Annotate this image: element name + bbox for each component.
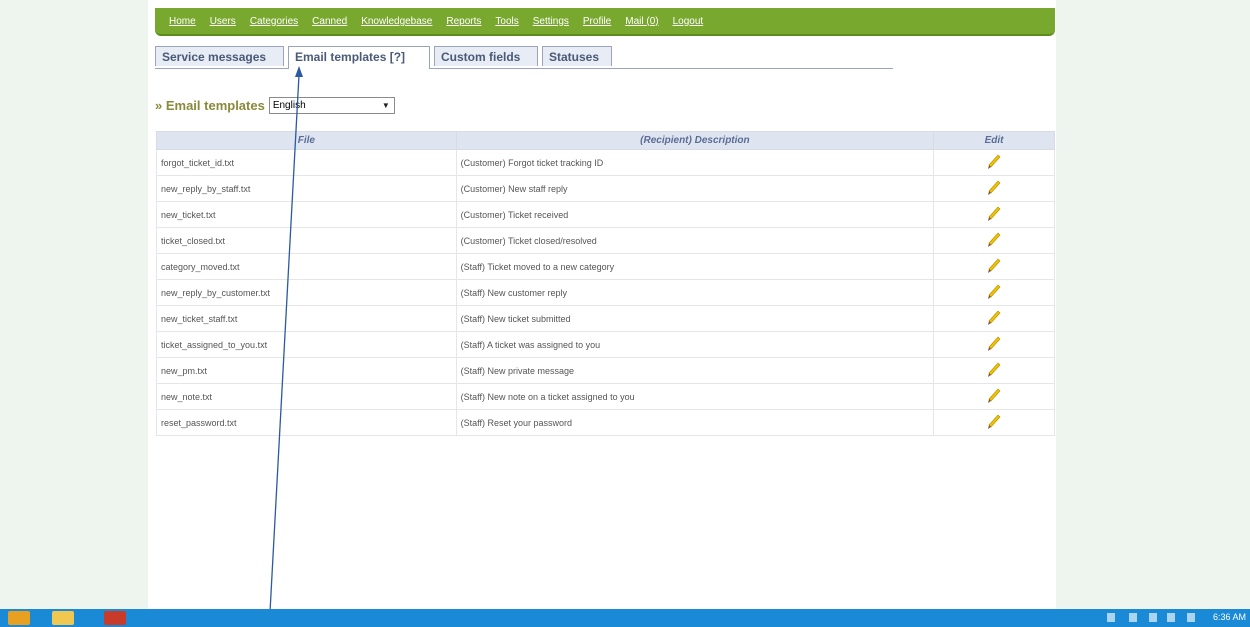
tab-email-templates[interactable]: Email templates [?] bbox=[288, 46, 430, 69]
windows-taskbar: 6:36 AM bbox=[0, 609, 1250, 627]
network-icon[interactable] bbox=[1129, 613, 1137, 622]
tab-service-messages[interactable]: Service messages bbox=[155, 46, 284, 66]
edit-cell bbox=[933, 227, 1055, 254]
language-select-value: English bbox=[272, 99, 306, 111]
file-name-cell: new_reply_by_customer.txt bbox=[156, 279, 457, 306]
nav-link-mail-0[interactable]: Mail (0) bbox=[625, 16, 658, 27]
edit-cell bbox=[933, 305, 1055, 332]
top-navigation-bar: Home Users Categories Canned Knowledgebase Re… bbox=[155, 8, 1055, 36]
column-header-description: (Recipient) Description bbox=[455, 131, 935, 150]
file-name-cell: new_ticket.txt bbox=[156, 201, 457, 228]
edit-pencil-icon[interactable] bbox=[987, 388, 1001, 406]
edit-cell bbox=[933, 201, 1055, 228]
file-name-cell: new_ticket_staff.txt bbox=[156, 305, 457, 332]
edit-pencil-icon[interactable] bbox=[987, 414, 1001, 432]
email-templates-heading: » Email templates English ▼ bbox=[155, 96, 395, 114]
edit-pencil-icon[interactable] bbox=[987, 180, 1001, 198]
file-name-cell: forgot_ticket_id.txt bbox=[156, 149, 457, 176]
file-explorer-icon[interactable] bbox=[52, 611, 74, 625]
tab-custom-fields[interactable]: Custom fields bbox=[434, 46, 538, 66]
description-cell: (Customer) New staff reply bbox=[455, 175, 935, 202]
table-row: ticket_assigned_to_you.txt (Staff) A tick… bbox=[156, 331, 1055, 358]
signal-icon[interactable] bbox=[1149, 613, 1157, 622]
edit-pencil-icon[interactable] bbox=[987, 362, 1001, 380]
file-name-cell: new_note.txt bbox=[156, 383, 457, 410]
edit-pencil-icon[interactable] bbox=[987, 284, 1001, 302]
nav-link-home[interactable]: Home bbox=[169, 16, 196, 27]
column-header-edit: Edit bbox=[933, 131, 1055, 150]
edit-cell bbox=[933, 175, 1055, 202]
file-name-cell: new_pm.txt bbox=[156, 357, 457, 384]
description-cell: (Staff) New ticket submitted bbox=[455, 305, 935, 332]
file-name-cell: new_reply_by_staff.txt bbox=[156, 175, 457, 202]
edit-cell bbox=[933, 409, 1055, 436]
nav-link-canned[interactable]: Canned bbox=[312, 16, 347, 27]
table-row: new_ticket_staff.txt (Staff) New ticket s… bbox=[156, 305, 1055, 332]
column-header-file: File bbox=[156, 131, 457, 150]
description-cell: (Staff) A ticket was assigned to you bbox=[455, 331, 935, 358]
settings-tabs: Service messages Email templates [?] Custo… bbox=[155, 46, 893, 69]
battery-icon[interactable] bbox=[1167, 613, 1175, 622]
language-select[interactable]: English ▼ bbox=[268, 96, 395, 114]
edit-cell bbox=[933, 357, 1055, 384]
nav-link-knowledgebase[interactable]: Knowledgebase bbox=[361, 16, 432, 27]
clock[interactable]: 6:36 AM bbox=[1213, 612, 1246, 622]
table-header-row: File (Recipient) Description Edit bbox=[156, 131, 1055, 150]
nav-link-profile[interactable]: Profile bbox=[583, 16, 611, 27]
volume-icon[interactable] bbox=[1187, 613, 1195, 622]
nav-link-logout[interactable]: Logout bbox=[673, 16, 704, 27]
tab-statuses[interactable]: Statuses bbox=[542, 46, 612, 66]
edit-pencil-icon[interactable] bbox=[987, 258, 1001, 276]
edit-pencil-icon[interactable] bbox=[987, 206, 1001, 224]
edit-cell bbox=[933, 149, 1055, 176]
table-row: forgot_ticket_id.txt (Customer) Forgot ti… bbox=[156, 149, 1055, 176]
table-row: new_reply_by_customer.txt (Staff) New cus… bbox=[156, 279, 1055, 306]
nav-link-tools[interactable]: Tools bbox=[495, 16, 518, 27]
section-title: » Email templates bbox=[155, 97, 265, 113]
description-cell: (Staff) New customer reply bbox=[455, 279, 935, 306]
table-row: new_note.txt (Staff) New note on a ticket… bbox=[156, 383, 1055, 410]
browser-icon[interactable] bbox=[104, 611, 126, 625]
description-cell: (Customer) Ticket received bbox=[455, 201, 935, 228]
edit-pencil-icon[interactable] bbox=[987, 232, 1001, 250]
email-templates-table: File (Recipient) Description Edit forgot… bbox=[156, 131, 1055, 436]
edit-pencil-icon[interactable] bbox=[987, 310, 1001, 328]
edit-cell bbox=[933, 383, 1055, 410]
table-row: reset_password.txt (Staff) Reset your pas… bbox=[156, 409, 1055, 436]
show-hidden-icons-icon[interactable] bbox=[1107, 613, 1115, 622]
start-button-icon[interactable] bbox=[8, 611, 30, 625]
file-name-cell: ticket_assigned_to_you.txt bbox=[156, 331, 457, 358]
edit-cell bbox=[933, 331, 1055, 358]
description-cell: (Staff) Reset your password bbox=[455, 409, 935, 436]
edit-cell bbox=[933, 253, 1055, 280]
nav-link-reports[interactable]: Reports bbox=[446, 16, 481, 27]
edit-cell bbox=[933, 279, 1055, 306]
table-row: category_moved.txt (Staff) Ticket moved t… bbox=[156, 253, 1055, 280]
description-cell: (Customer) Forgot ticket tracking ID bbox=[455, 149, 935, 176]
description-cell: (Staff) New note on a ticket assigned to… bbox=[455, 383, 935, 410]
dropdown-arrow-icon: ▼ bbox=[381, 100, 390, 110]
description-cell: (Customer) Ticket closed/resolved bbox=[455, 227, 935, 254]
edit-pencil-icon[interactable] bbox=[987, 336, 1001, 354]
table-row: ticket_closed.txt (Customer) Ticket close… bbox=[156, 227, 1055, 254]
table-row: new_reply_by_staff.txt (Customer) New sta… bbox=[156, 175, 1055, 202]
nav-link-users[interactable]: Users bbox=[210, 16, 236, 27]
description-cell: (Staff) New private message bbox=[455, 357, 935, 384]
table-row: new_ticket.txt (Customer) Ticket received bbox=[156, 201, 1055, 228]
file-name-cell: reset_password.txt bbox=[156, 409, 457, 436]
nav-link-categories[interactable]: Categories bbox=[250, 16, 298, 27]
nav-link-settings[interactable]: Settings bbox=[533, 16, 569, 27]
table-row: new_pm.txt (Staff) New private message bbox=[156, 357, 1055, 384]
description-cell: (Staff) Ticket moved to a new category bbox=[455, 253, 935, 280]
file-name-cell: ticket_closed.txt bbox=[156, 227, 457, 254]
edit-pencil-icon[interactable] bbox=[987, 154, 1001, 172]
file-name-cell: category_moved.txt bbox=[156, 253, 457, 280]
